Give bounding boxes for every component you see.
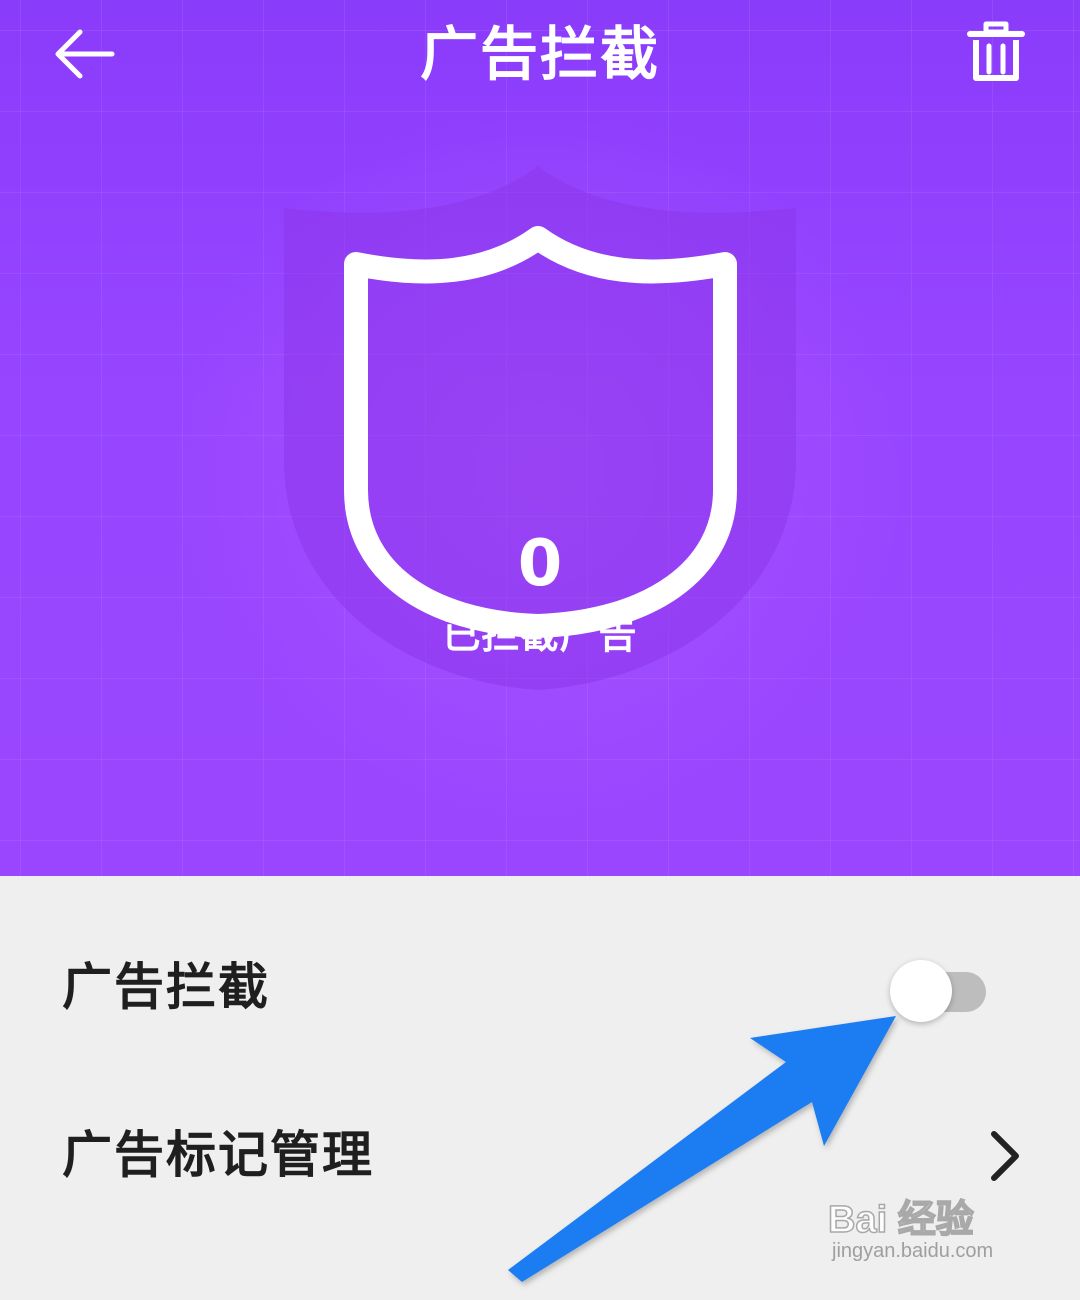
baidu-jingyan-watermark: Bai 经验 jingyan.baidu.com (827, 1188, 1028, 1278)
watermark-brand: Bai 经验 (827, 1198, 974, 1242)
toggle-knob (890, 960, 952, 1022)
ad-block-row[interactable]: 广告拦截 (0, 912, 1080, 1062)
ad-block-toggle[interactable] (888, 960, 992, 1024)
trash-icon (967, 21, 1025, 81)
page-title: 广告拦截 (419, 20, 660, 88)
delete-button[interactable] (964, 18, 1028, 86)
chevron-right-icon (991, 1131, 1019, 1181)
blocked-count-label: 已拦截广告 (442, 613, 638, 657)
blocked-count: 0 (517, 527, 563, 601)
ad-mark-management-label: 广告标记管理 (62, 1126, 374, 1184)
hero-panel: 广告拦截 0 已拦截广告 (0, 0, 1080, 876)
blocked-ads-shield: 0 已拦截广告 (270, 160, 810, 700)
ad-block-label: 广告拦截 (62, 958, 270, 1016)
watermark-url: jingyan.baidu.com (832, 1240, 994, 1262)
top-bar: 广告拦截 (0, 0, 1080, 110)
